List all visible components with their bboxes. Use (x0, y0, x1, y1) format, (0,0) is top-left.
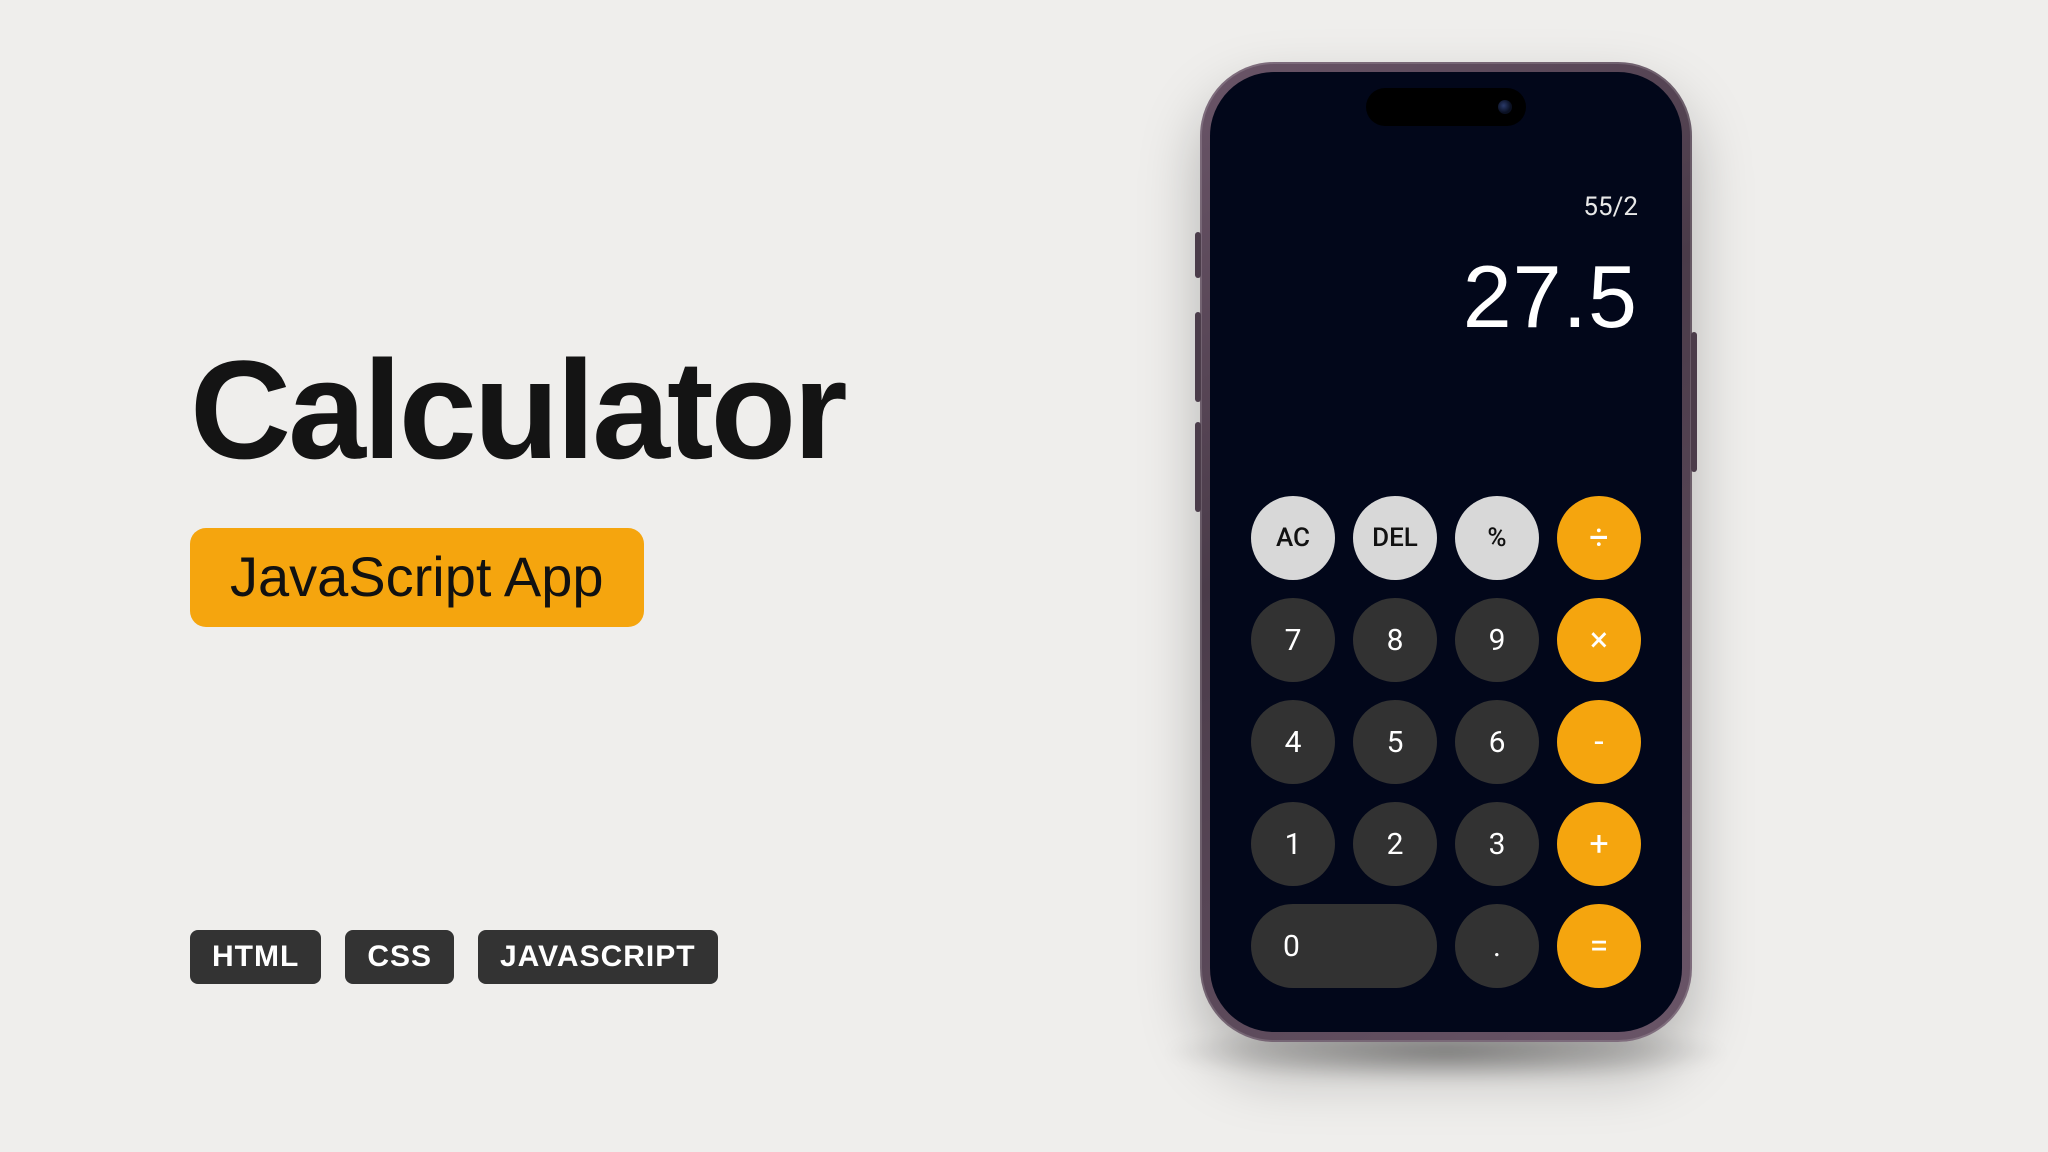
key-del[interactable]: DEL (1353, 496, 1437, 580)
calculator-display: 55/2 27.5 (1210, 192, 1682, 348)
key-0[interactable]: 0 (1251, 904, 1437, 988)
phone-volume-down-button (1195, 422, 1201, 512)
key-dot[interactable]: . (1455, 904, 1539, 988)
key-plus[interactable]: + (1557, 802, 1641, 886)
tag-javascript: JAVASCRIPT (478, 930, 718, 984)
hero-subtitle-badge: JavaScript App (190, 528, 644, 627)
tech-tags: HTML CSS JAVASCRIPT (190, 930, 718, 984)
key-2[interactable]: 2 (1353, 802, 1437, 886)
key-divide[interactable]: ÷ (1557, 496, 1641, 580)
key-1[interactable]: 1 (1251, 802, 1335, 886)
key-7[interactable]: 7 (1251, 598, 1335, 682)
phone-power-button (1691, 332, 1697, 472)
phone-side-button (1195, 232, 1201, 278)
phone-mockup: 55/2 27.5 AC DEL % ÷ 7 8 9 × 4 5 6 - 1 2… (1200, 62, 1692, 1042)
key-3[interactable]: 3 (1455, 802, 1539, 886)
key-ac[interactable]: AC (1251, 496, 1335, 580)
phone-screen: 55/2 27.5 AC DEL % ÷ 7 8 9 × 4 5 6 - 1 2… (1210, 72, 1682, 1032)
key-4[interactable]: 4 (1251, 700, 1335, 784)
key-percent[interactable]: % (1455, 496, 1539, 580)
hero-title: Calculator (190, 340, 845, 480)
tag-css: CSS (345, 930, 454, 984)
key-5[interactable]: 5 (1353, 700, 1437, 784)
calculator-keypad: AC DEL % ÷ 7 8 9 × 4 5 6 - 1 2 3 + 0 . = (1210, 496, 1682, 988)
key-9[interactable]: 9 (1455, 598, 1539, 682)
key-minus[interactable]: - (1557, 700, 1641, 784)
key-8[interactable]: 8 (1353, 598, 1437, 682)
tag-html: HTML (190, 930, 321, 984)
key-multiply[interactable]: × (1557, 598, 1641, 682)
key-6[interactable]: 6 (1455, 700, 1539, 784)
display-result: 27.5 (1254, 246, 1638, 348)
dynamic-island (1366, 88, 1526, 126)
key-equals[interactable]: = (1557, 904, 1641, 988)
phone-volume-up-button (1195, 312, 1201, 402)
display-expression: 55/2 (1254, 192, 1638, 222)
